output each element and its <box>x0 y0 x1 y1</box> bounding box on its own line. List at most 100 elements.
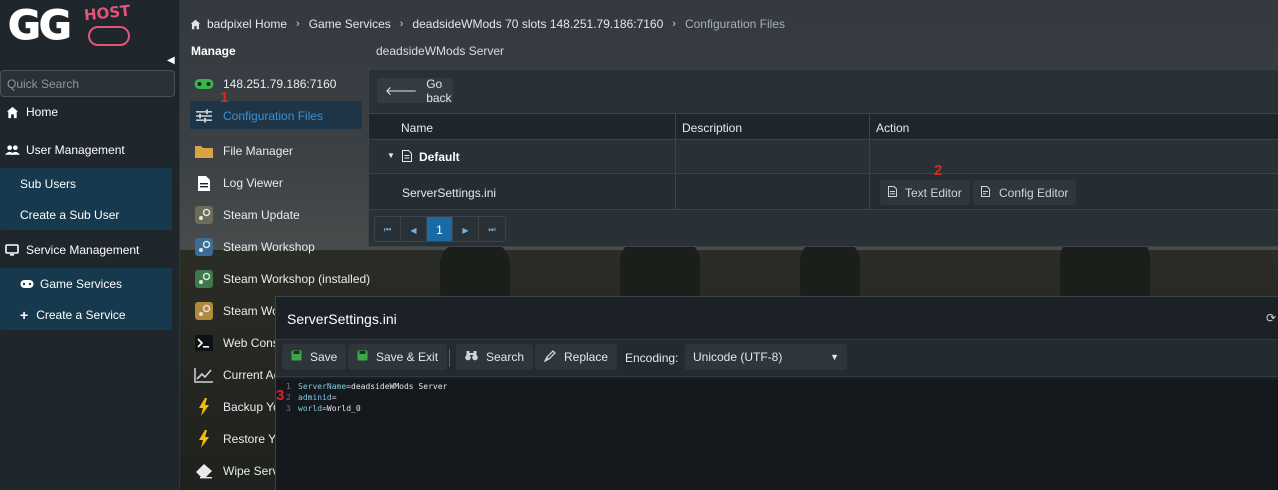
code-editor[interactable]: 1 ServerName = deadsideWMods Server 2 ad… <box>276 379 1278 490</box>
eraser-icon <box>193 462 215 480</box>
toolbar-divider <box>449 349 450 367</box>
text-editor-label: Text Editor <box>905 185 962 200</box>
breadcrumb-home[interactable]: badpixel Home <box>207 17 287 31</box>
logo-host-text: HOST <box>83 1 132 25</box>
steam-icon <box>193 238 215 256</box>
binoculars-icon <box>465 350 478 364</box>
file-group-icon <box>402 150 412 165</box>
menu-log-viewer[interactable]: Log Viewer <box>193 174 283 192</box>
menu-server-address[interactable]: 148.251.79.186:7160 <box>193 75 336 93</box>
nav-game-services[interactable]: Game Services <box>20 277 122 291</box>
file-icon <box>193 174 215 192</box>
steam-icon <box>193 270 215 288</box>
nav-create-service[interactable]: + Create a Service <box>20 308 126 322</box>
gghost-logo[interactable]: GG HOST <box>8 2 132 48</box>
breadcrumb-game-services[interactable]: Game Services <box>309 17 391 31</box>
last-page-button[interactable]: ⏭ <box>479 217 505 241</box>
search-button[interactable]: Search <box>456 344 534 370</box>
lightning-icon <box>193 430 215 448</box>
home-icon <box>190 19 201 30</box>
replace-button[interactable]: Replace <box>535 344 618 370</box>
collapse-sidebar-icon[interactable]: ◀ <box>167 55 175 66</box>
nav-create-sub-user[interactable]: Create a Sub User <box>20 208 119 222</box>
encoding-select[interactable]: Unicode (UTF-8) ▼ <box>685 344 847 370</box>
save-icon <box>291 350 302 364</box>
save-button[interactable]: Save <box>282 344 347 370</box>
replace-icon <box>543 349 556 365</box>
breadcrumb-server[interactable]: deadsideWMods 70 slots 148.251.79.186:71… <box>412 17 663 31</box>
menu-wipe-server[interactable]: Wipe Serve <box>193 462 285 480</box>
monitor-icon <box>4 244 20 256</box>
code-line[interactable]: 1 ServerName = deadsideWMods Server <box>286 382 447 393</box>
menu-configuration-files[interactable]: Configuration Files <box>193 107 323 125</box>
prev-page-button[interactable]: ◀ <box>401 217 427 241</box>
next-page-button[interactable]: ▶ <box>453 217 479 241</box>
menu-file-manager[interactable]: File Manager <box>193 142 293 160</box>
code-line[interactable]: 2 adminid = <box>286 393 337 404</box>
table-header: Name Description Action <box>369 113 1278 140</box>
line-number: 3 <box>286 404 291 413</box>
table-row[interactable]: ServerSettings.ini Text Editor Config Ed… <box>369 173 1278 210</box>
menu-current-activity[interactable]: Current Ac <box>193 366 280 384</box>
menu-web-console[interactable]: Web Cons <box>193 334 279 352</box>
nav-sub-users[interactable]: Sub Users <box>20 177 76 191</box>
menu-restore[interactable]: Restore Yo <box>193 430 282 448</box>
refresh-icon[interactable]: ⟳ <box>1266 311 1276 325</box>
annotation-1: 1 <box>220 89 229 106</box>
breadcrumb-current: Configuration Files <box>684 17 786 31</box>
service-management-submenu: Game Services + Create a Service <box>0 268 172 330</box>
gamepad-icon <box>20 279 34 289</box>
menu-restore-label: Restore Yo <box>223 432 282 446</box>
page-1-button[interactable]: 1 <box>427 217 453 241</box>
chart-icon <box>193 366 215 384</box>
quick-search-input[interactable] <box>0 70 175 97</box>
plus-icon: + <box>20 307 29 323</box>
document-edit-icon <box>981 185 991 200</box>
text-editor-button[interactable]: Text Editor <box>880 180 970 205</box>
menu-web-console-label: Web Cons <box>223 336 279 350</box>
replace-label: Replace <box>564 350 609 364</box>
menu-steam-workshop[interactable]: Steam Workshop <box>193 238 315 256</box>
menu-steam-workshop-installed[interactable]: Steam Workshop (installed) <box>193 270 370 288</box>
terminal-icon <box>193 334 215 352</box>
server-heading: deadsideWMods Server <box>376 44 505 58</box>
menu-steam-update[interactable]: Steam Update <box>193 206 300 224</box>
save-icon <box>357 350 368 364</box>
first-page-button[interactable]: ⏮ <box>375 217 401 241</box>
gamepad-logo-icon <box>88 26 130 46</box>
sidebar: GG HOST ◀ Home User Management Sub Users… <box>0 0 180 490</box>
config-editor-button[interactable]: Config Editor <box>973 180 1077 205</box>
nav-user-management[interactable]: User Management <box>0 143 125 157</box>
column-name[interactable]: Name <box>401 121 433 135</box>
text-editor-dialog: ServerSettings.ini ⟳ Save Save & Exit Se… <box>275 296 1278 490</box>
column-action[interactable]: Action <box>876 121 909 135</box>
save-exit-label: Save & Exit <box>376 350 439 364</box>
steam-icon <box>193 302 215 320</box>
code-line[interactable]: 3 world = World_0 <box>286 404 361 415</box>
nav-create-service-label: Create a Service <box>36 308 126 322</box>
nav-service-management[interactable]: Service Management <box>0 243 139 257</box>
document-icon <box>888 185 897 200</box>
group-row-default[interactable]: ▼ Default <box>369 141 1278 173</box>
column-description[interactable]: Description <box>682 121 742 135</box>
annotation-3: 3 <box>276 387 285 404</box>
menu-backup[interactable]: Backup Yo <box>193 398 280 416</box>
nav-sub-users-label: Sub Users <box>20 177 77 191</box>
go-back-button[interactable]: 🡐 Go back <box>377 76 453 105</box>
nav-home[interactable]: Home <box>0 105 58 119</box>
menu-steam-workshop-2[interactable]: Steam Wo <box>193 302 279 320</box>
encoding-value: Unicode (UTF-8) <box>693 350 783 364</box>
sliders-icon <box>193 107 215 125</box>
manage-heading: Manage <box>191 44 236 58</box>
menu-current-activity-label: Current Ac <box>223 368 280 382</box>
caret-down-icon[interactable]: ▼ <box>387 151 395 160</box>
ini-key: ServerName <box>298 382 347 391</box>
back-arrow-icon: 🡐 <box>385 84 418 98</box>
chevron-right-icon: › <box>672 18 676 30</box>
ini-value: World_0 <box>326 404 361 413</box>
go-back-label: Go back <box>426 76 452 105</box>
file-name-cell: ServerSettings.ini <box>402 186 497 200</box>
column-divider <box>675 113 676 210</box>
chevron-right-icon: › <box>296 18 300 30</box>
save-exit-button[interactable]: Save & Exit <box>348 344 448 370</box>
